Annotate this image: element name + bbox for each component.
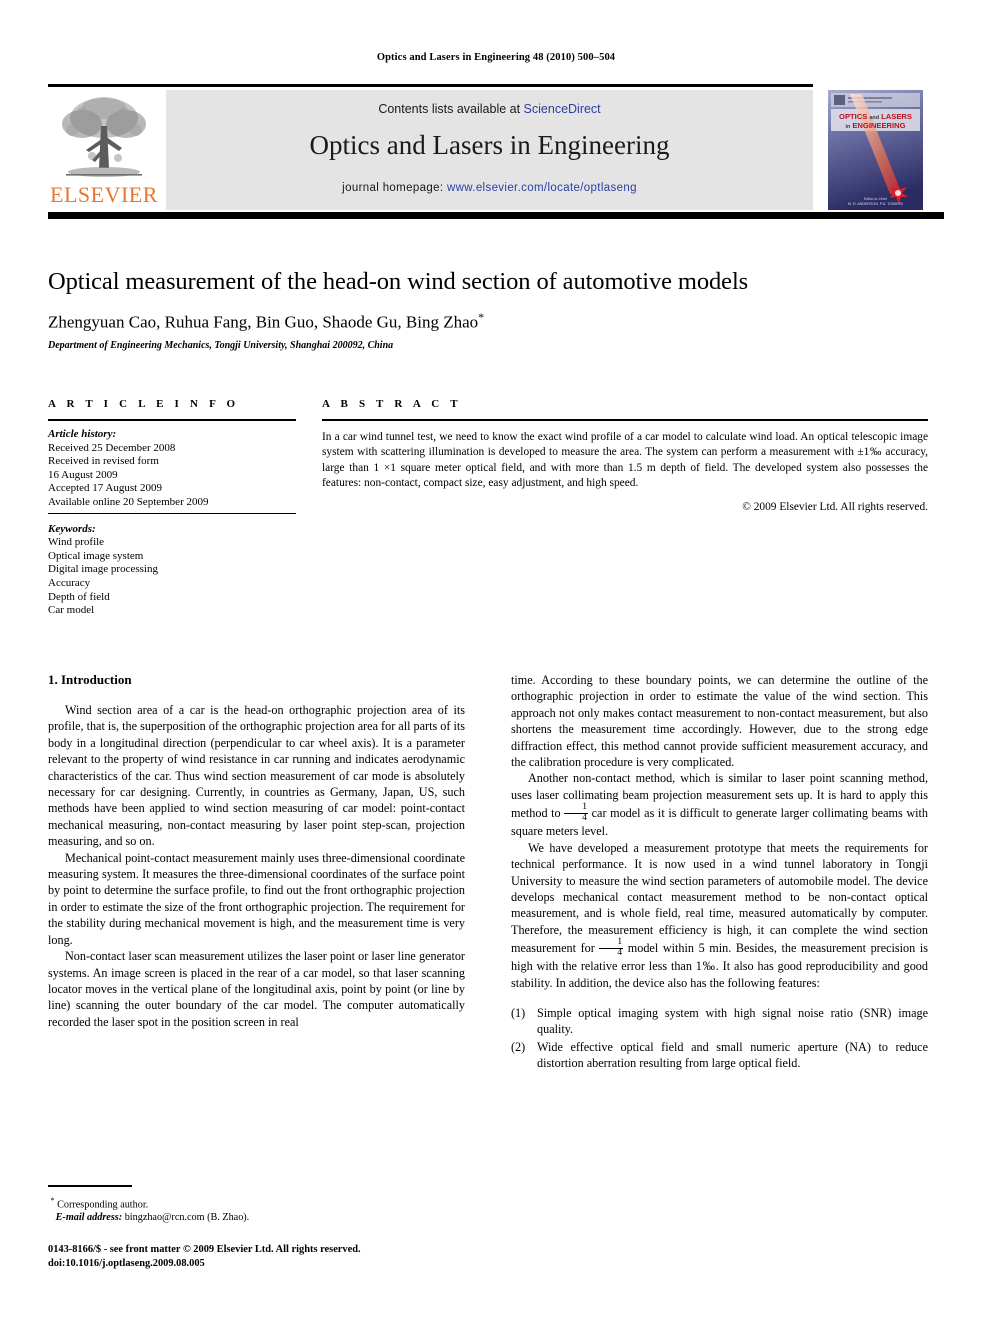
body-column-left: 1. Introduction Wind section area of a c… xyxy=(48,672,465,1030)
abstract-heading: A B S T R A C T xyxy=(322,398,462,410)
keywords-block: Keywords: Wind profile Optical image sys… xyxy=(48,523,296,618)
history-item: 16 August 2009 xyxy=(48,468,118,481)
abstract-text: In a car wind tunnel test, we need to kn… xyxy=(322,431,928,490)
list-item: (2) Wide effective optical field and sma… xyxy=(511,1039,928,1072)
fraction-denominator: 4 xyxy=(617,947,623,958)
section-heading-introduction: 1. Introduction xyxy=(48,672,132,687)
author-list: Zhengyuan Cao, Ruhua Fang, Bin Guo, Shao… xyxy=(48,310,928,333)
abstract-divider xyxy=(322,419,928,421)
footnote-marker: * xyxy=(50,1195,55,1205)
history-item: Received 25 December 2008 xyxy=(48,441,176,454)
email-label: E-mail address: xyxy=(55,1212,123,1224)
footnote-block: * Corresponding author. E-mail address: … xyxy=(48,1185,465,1225)
fraction-denominator: 4 xyxy=(582,812,588,823)
masthead-top-rule xyxy=(48,84,813,87)
abstract-copyright: © 2009 Elsevier Ltd. All rights reserved… xyxy=(742,500,928,513)
issn-doi-block: 0143-8166/$ - see front matter © 2009 El… xyxy=(48,1243,518,1270)
history-item: Accepted 17 August 2009 xyxy=(48,482,162,495)
journal-title: Optics and Lasers in Engineering xyxy=(309,130,670,160)
journal-homepage-line: journal homepage: www.elsevier.com/locat… xyxy=(166,182,813,194)
journal-masthead: ELSEVIER Contents lists available at Sci… xyxy=(48,90,813,210)
article-history: Article history: Received 25 December 20… xyxy=(48,428,296,514)
keywords-label: Keywords: xyxy=(48,522,96,535)
body-column-right: time. According to these boundary points… xyxy=(511,672,928,1073)
list-item-number: (2) xyxy=(511,1039,526,1054)
sciencedirect-link[interactable]: ScienceDirect xyxy=(524,102,601,116)
journal-cover-thumbnail: OPTICS and LASERS in ENGINEERING Editor-… xyxy=(828,90,923,210)
corresponding-author-note: * Corresponding author. xyxy=(48,1194,465,1212)
svg-text:in ENGINEERING: in ENGINEERING xyxy=(845,121,905,130)
paragraph: Mechanical point-contact measurement mai… xyxy=(48,850,465,947)
paragraph: We have developed a measurement prototyp… xyxy=(511,840,928,991)
history-item: Received in revised form xyxy=(48,455,159,468)
article-info-heading: A R T I C L E I N F O xyxy=(48,398,240,410)
masthead-bottom-rule xyxy=(48,212,944,219)
paragraph-continued: time. According to these boundary points… xyxy=(511,673,928,770)
affiliation: Department of Engineering Mechanics, Ton… xyxy=(48,340,394,351)
paragraph-part-a: We have developed a measurement prototyp… xyxy=(511,840,928,955)
keyword-item: Wind profile xyxy=(48,536,105,549)
keyword-item: Optical image system xyxy=(48,549,144,562)
paragraph: Non-contact laser scan measurement utili… xyxy=(48,949,465,1029)
email-address[interactable]: bingzhao@rcn.com (B. Zhao). xyxy=(125,1212,250,1223)
homepage-prefix: journal homepage: xyxy=(342,182,447,194)
running-head: Optics and Lasers in Engineering 48 (201… xyxy=(376,52,616,63)
features-list: (1) Simple optical imaging system with h… xyxy=(511,1005,928,1072)
elsevier-logo: ELSEVIER xyxy=(48,90,160,210)
email-note: E-mail address: bingzhao@rcn.com (B. Zha… xyxy=(48,1211,465,1224)
corresponding-author-marker: * xyxy=(478,310,485,324)
svg-text:Editor-in-Chief: Editor-in-Chief xyxy=(864,197,887,201)
doi-line: doi:10.1016/j.optlaseng.2009.08.005 xyxy=(48,1257,205,1269)
article-history-label: Article history: xyxy=(48,428,117,440)
keyword-item: Digital image processing xyxy=(48,563,158,576)
abstract-column: A B S T R A C T In a car wind tunnel tes… xyxy=(322,398,928,513)
keyword-item: Accuracy xyxy=(48,576,91,589)
masthead-panel: Contents lists available at ScienceDirec… xyxy=(166,90,813,210)
corresponding-author-label: Corresponding author. xyxy=(57,1198,149,1210)
list-item-number: (1) xyxy=(511,1005,526,1020)
list-item-text: Wide effective optical field and small n… xyxy=(537,1039,928,1071)
list-item: (1) Simple optical imaging system with h… xyxy=(511,1005,928,1038)
paper-page: Optics and Lasers in Engineering 48 (201… xyxy=(0,0,992,1323)
footnote-rule xyxy=(48,1185,132,1187)
list-item-text: Simple optical imaging system with high … xyxy=(537,1005,928,1037)
journal-homepage-link[interactable]: www.elsevier.com/locate/optlaseng xyxy=(447,182,637,194)
page-title: Optical measurement of the head-on wind … xyxy=(48,268,749,295)
paragraph: Another non-contact method, which is sim… xyxy=(511,770,928,839)
authors-names: Zhengyuan Cao, Ruhua Fang, Bin Guo, Shao… xyxy=(48,312,479,332)
fraction-one-quarter: 14 xyxy=(564,803,589,823)
fraction-one-quarter: 14 xyxy=(599,938,624,958)
elsevier-tree-icon xyxy=(62,97,146,177)
contents-prefix: Contents lists available at xyxy=(378,102,524,116)
keyword-item: Car model xyxy=(48,604,95,617)
article-info-divider xyxy=(48,419,296,421)
contents-available-line: Contents lists available at ScienceDirec… xyxy=(166,102,813,116)
keyword-item: Depth of field xyxy=(48,590,110,603)
issn-line: 0143-8166/$ - see front matter © 2009 El… xyxy=(48,1244,361,1255)
elsevier-wordmark: ELSEVIER xyxy=(50,182,158,207)
svg-text:M. R. ANDERSON, P.D. TOWERS: M. R. ANDERSON, P.D. TOWERS xyxy=(848,202,904,206)
paragraph: Wind section area of a car is the head-o… xyxy=(48,703,465,849)
history-item: Available online 20 September 2009 xyxy=(48,495,209,508)
article-info-column: A R T I C L E I N F O Article history: R… xyxy=(48,398,296,618)
